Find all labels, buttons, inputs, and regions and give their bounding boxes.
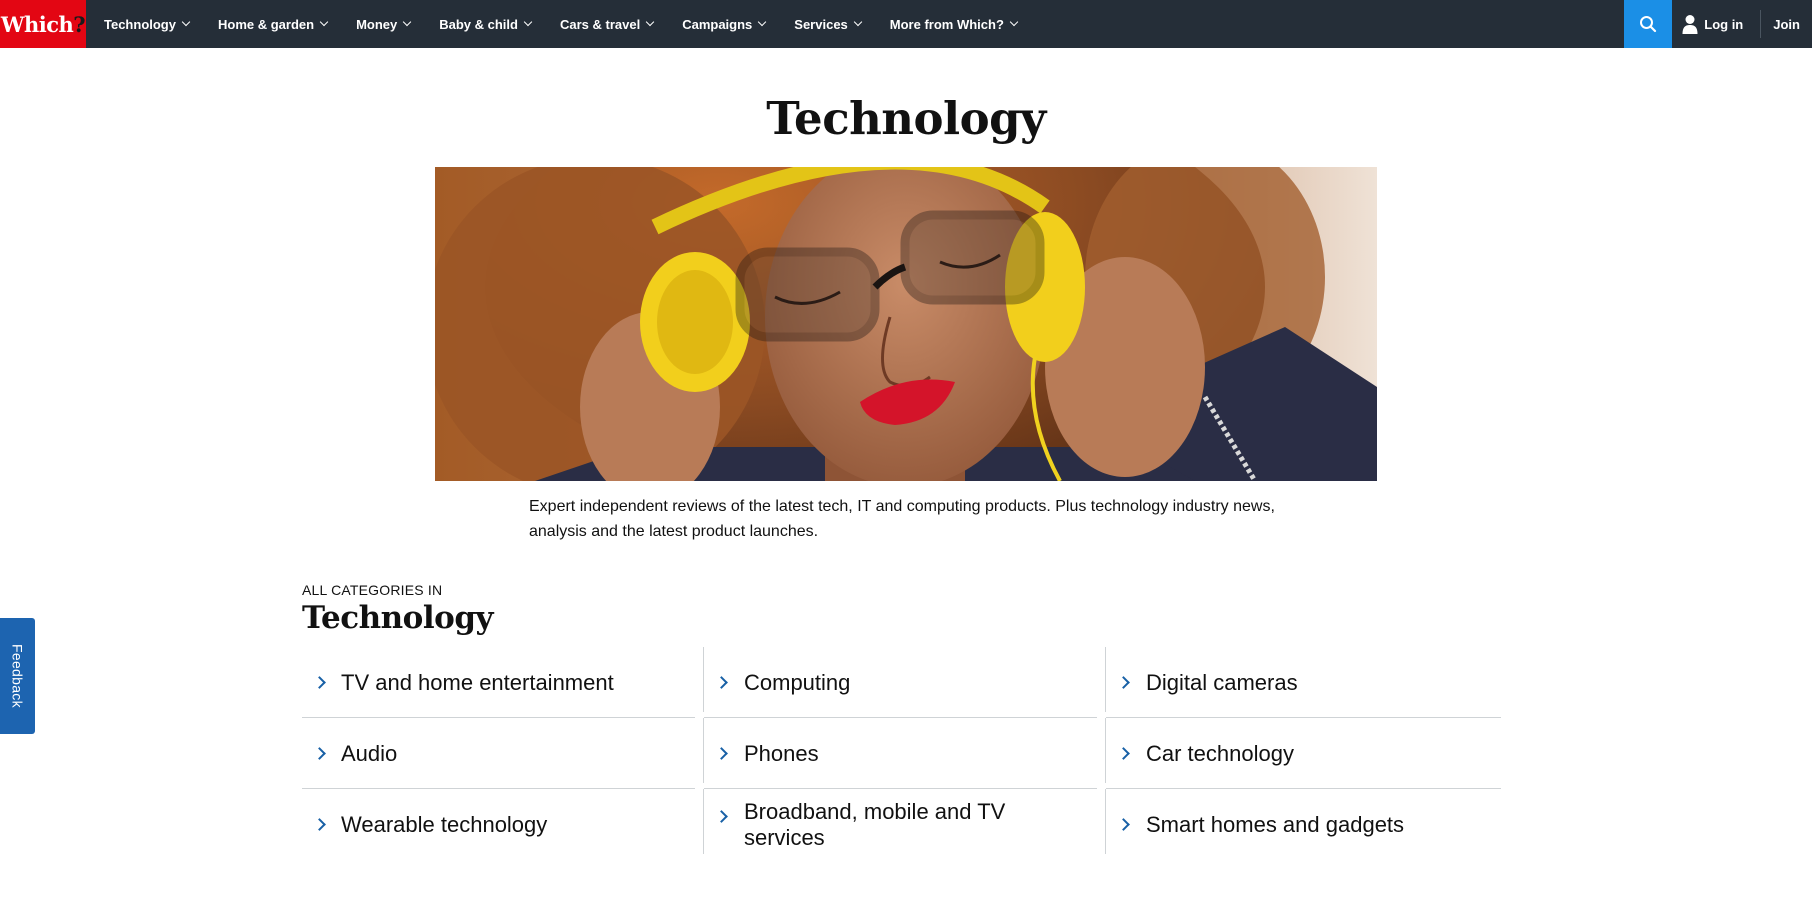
nav-item-technology[interactable]: Technology [104,17,191,32]
chevron-right-icon [313,676,326,689]
nav-item-campaigns[interactable]: Campaigns [682,17,767,32]
category-label: Digital cameras [1146,669,1298,695]
chevron-right-icon [715,810,728,823]
category-label: Audio [341,740,398,766]
login-label: Log in [1704,16,1744,32]
category-computing[interactable]: Computing [704,647,1106,718]
category-phones[interactable]: Phones [704,718,1106,789]
nav-account-area: Log in Join [1624,0,1812,48]
category-audio[interactable]: Audio [302,718,704,789]
chevron-right-icon [1117,676,1130,689]
nav-item-money[interactable]: Money [356,17,412,32]
category-label: Car technology [1146,740,1294,766]
category-label: Broadband, mobile and TV services [744,798,1006,850]
category-label: Phones [744,740,819,766]
feedback-tab[interactable]: Feedback [0,618,35,734]
chevron-right-icon [1117,818,1130,831]
chevron-right-icon [1117,747,1130,760]
logo-text: Which? [0,11,86,37]
chevron-down-icon [758,17,767,27]
chevron-down-icon [853,17,863,27]
feedback-label: Feedback [9,644,26,708]
chevron-down-icon [181,17,191,27]
nav-item-services[interactable]: Services [794,17,863,32]
nav-item-baby-child[interactable]: Baby & child [439,17,533,32]
page-title: Technology [766,92,1046,145]
category-car-technology[interactable]: Car technology [1106,718,1510,789]
chevron-right-icon [313,818,326,831]
category-label: Computing [744,669,851,695]
chevron-down-icon [645,17,655,27]
category-digital-cameras[interactable]: Digital cameras [1106,647,1510,718]
category-label: Wearable technology [341,811,548,837]
join-button[interactable]: Join [1761,0,1812,48]
category-label: TV and home entertainment [341,669,614,695]
nav-item-cars-travel[interactable]: Cars & travel [560,17,655,32]
chevron-right-icon [715,676,728,689]
chevron-down-icon [402,17,412,27]
nav-item-home-garden[interactable]: Home & garden [218,17,329,32]
hero-image [435,167,1377,481]
chevron-down-icon [319,17,329,27]
chevron-down-icon [523,17,533,27]
category-tv-home-entertainment[interactable]: TV and home entertainment [302,647,704,718]
category-broadband-mobile-tv[interactable]: Broadband, mobile and TV services [704,789,1106,860]
chevron-down-icon [1009,17,1019,27]
chevron-right-icon [715,747,728,760]
join-label: Join [1773,16,1800,32]
search-icon [1640,16,1657,33]
login-button[interactable]: Log in [1672,0,1760,48]
category-label: Smart homes and gadgets [1146,811,1405,837]
categories-kicker: ALL CATEGORIES IN [302,582,443,598]
search-button[interactable] [1624,0,1673,48]
category-smart-homes-gadgets[interactable]: Smart homes and gadgets [1106,789,1510,860]
categories-heading: Technology [302,600,494,636]
chevron-right-icon [313,747,326,760]
category-grid: TV and home entertainment Computing Digi… [302,647,1510,860]
category-wearable-technology[interactable]: Wearable technology [302,789,704,860]
hero-illustration [435,167,1377,481]
nav-item-more-from-which[interactable]: More from Which? [890,17,1019,32]
which-logo[interactable]: Which? [0,0,86,48]
user-icon [1682,15,1698,34]
top-navigation: Which? Technology Home & garden Money Ba… [0,0,1812,48]
nav-menu: Technology Home & garden Money Baby & ch… [86,0,1046,48]
page-intro: Expert independent reviews of the latest… [529,498,1275,540]
